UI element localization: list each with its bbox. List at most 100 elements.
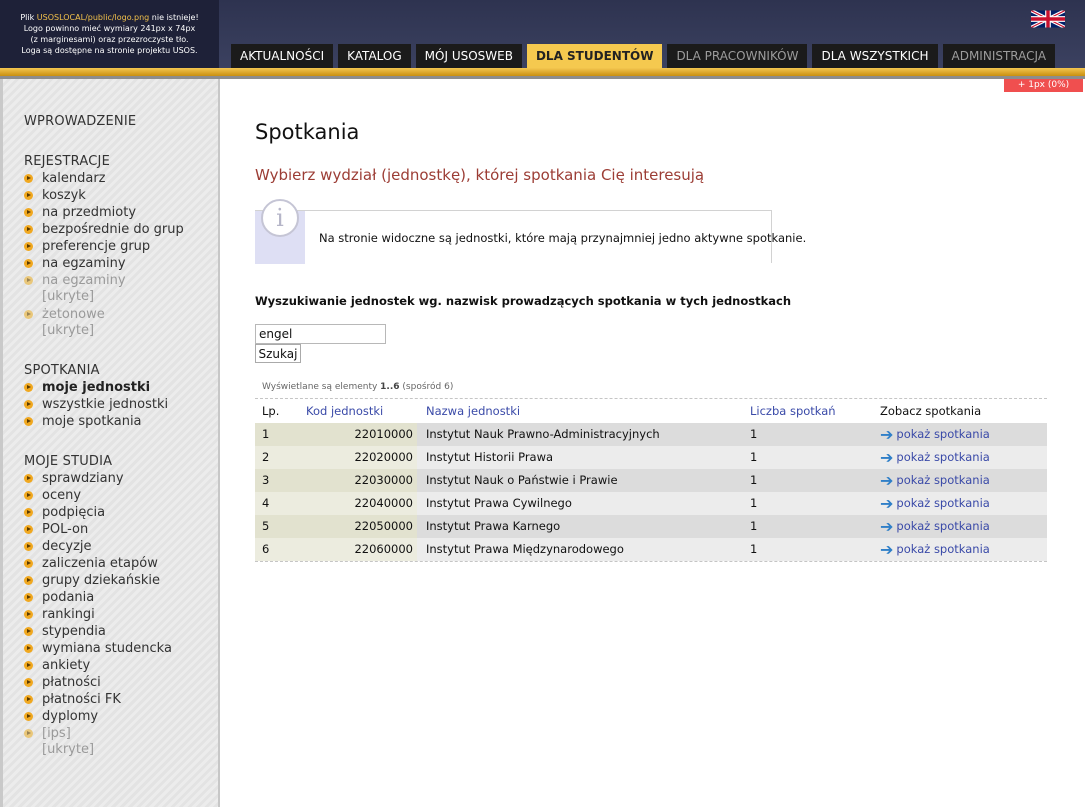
- row-nazwa: Instytut Historii Prawa: [426, 450, 554, 464]
- sidebar-item-pol-on[interactable]: POL-on: [24, 521, 88, 538]
- arrow-bullet-icon: [24, 525, 33, 534]
- header-kod-sort-link[interactable]: Kod jednostki: [297, 399, 417, 423]
- arrow-bullet-icon: [24, 729, 33, 738]
- arrow-bullet-icon: [24, 593, 33, 602]
- search-input[interactable]: [255, 324, 386, 344]
- sidebar-item-platnosci-fk[interactable]: płatności FK: [24, 691, 121, 708]
- sidebar-section-rejestracje[interactable]: REJESTRACJE: [24, 154, 110, 169]
- row-kod: 22030000: [297, 469, 417, 492]
- row-zobacz: ➔ pokaż spotkania: [880, 492, 1047, 515]
- sidebar-item-na-egzaminy[interactable]: na egzaminy: [24, 255, 126, 272]
- arrow-bullet-icon: [24, 276, 33, 285]
- show-meetings-link[interactable]: ➔ pokaż spotkania: [880, 423, 1047, 446]
- sidebar-item-moje-jednostki[interactable]: moje jednostki: [24, 379, 150, 396]
- sidebar-section-moje-studia[interactable]: MOJE STUDIA: [24, 454, 112, 469]
- sidebar-item-sprawdziany[interactable]: sprawdziany: [24, 470, 124, 487]
- table-row: 3 22030000 Instytut Nauk o Państwie i Pr…: [255, 469, 1047, 492]
- arrow-bullet-icon: [24, 242, 33, 251]
- show-meetings-link[interactable]: ➔ pokaż spotkania: [880, 492, 1047, 515]
- sidebar-hidden-label: [ukryte]: [42, 289, 95, 304]
- sidebar-item-podania[interactable]: podania: [24, 589, 94, 606]
- arrow-bullet-icon: [24, 644, 33, 653]
- sidebar-item-na-przedmioty[interactable]: na przedmioty: [24, 204, 136, 221]
- sidebar-item-wymiana-studencka[interactable]: wymiana studencka: [24, 640, 172, 657]
- arrow-bullet-icon: [24, 191, 33, 200]
- sidebar-item-moje-spotkania[interactable]: moje spotkania: [24, 413, 142, 430]
- arrow-bullet-icon: [24, 610, 33, 619]
- tab-aktualnosci[interactable]: AKTUALNOŚCI: [231, 44, 334, 68]
- arrow-bullet-icon: [24, 174, 33, 183]
- sidebar-link-wprowadzenie[interactable]: WPROWADZENIE: [24, 114, 136, 129]
- sidebar-item-ips-hidden: [ips]: [24, 725, 71, 742]
- search-button[interactable]: Szukaj: [255, 344, 301, 363]
- row-zobacz: ➔ pokaż spotkania: [880, 515, 1047, 538]
- row-nazwa: Instytut Prawa Cywilnego: [426, 496, 572, 510]
- page-title: Spotkania: [255, 120, 360, 144]
- row-nazwa: Instytut Nauk Prawno-Administracyjnych: [426, 427, 660, 441]
- row-zobacz: ➔ pokaż spotkania: [880, 423, 1047, 446]
- row-kod: 22020000: [297, 446, 417, 469]
- uk-flag-icon[interactable]: [1031, 10, 1065, 28]
- show-meetings-link[interactable]: ➔ pokaż spotkania: [880, 515, 1047, 538]
- top-header: Plik USOSLOCAL/public/logo.png nie istni…: [0, 0, 1085, 68]
- row-liczba: 1: [750, 519, 758, 533]
- header-lp: Lp.: [262, 404, 280, 418]
- arrow-bullet-icon: [24, 542, 33, 551]
- logo-missing-notice: Plik USOSLOCAL/public/logo.png nie istni…: [0, 0, 219, 68]
- sidebar-item-rankingi[interactable]: rankingi: [24, 606, 95, 623]
- tab-katalog[interactable]: KATALOG: [338, 44, 411, 68]
- arrow-bullet-icon: [24, 417, 33, 426]
- sidebar-item-ankiety[interactable]: ankiety: [24, 657, 90, 674]
- table-row: 6 22060000 Instytut Prawa Międzynarodowe…: [255, 538, 1047, 561]
- arrow-bullet-icon: [24, 259, 33, 268]
- tab-dla-studentow[interactable]: DLA STUDENTÓW: [526, 44, 663, 68]
- row-kod: 22060000: [297, 538, 417, 561]
- row-kod: 22010000: [297, 423, 417, 446]
- sidebar-item-wszystkie-jednostki[interactable]: wszystkie jednostki: [24, 396, 168, 413]
- arrow-bullet-icon: [24, 695, 33, 704]
- arrow-right-icon: ➔: [880, 493, 894, 513]
- show-meetings-link[interactable]: ➔ pokaż spotkania: [880, 469, 1047, 492]
- row-kod: 22040000: [297, 492, 417, 515]
- show-meetings-link[interactable]: ➔ pokaż spotkania: [880, 446, 1047, 469]
- arrow-bullet-icon: [24, 208, 33, 217]
- tab-dla-pracownikow[interactable]: DLA PRACOWNIKÓW: [667, 44, 808, 68]
- arrow-bullet-icon: [24, 383, 33, 392]
- sidebar-item-grupy-dziekanskie[interactable]: grupy dziekańskie: [24, 572, 160, 589]
- tab-moj-usosweb[interactable]: MÓJ USOSWEB: [415, 44, 522, 68]
- sidebar-hidden-label: [ukryte]: [42, 742, 95, 757]
- row-liczba: 1: [750, 473, 758, 487]
- sidebar-divider: [218, 79, 220, 807]
- tab-administracja[interactable]: ADMINISTRACJA: [942, 44, 1056, 68]
- header-nazwa-sort-link[interactable]: Nazwa jednostki: [426, 399, 746, 423]
- sidebar-item-zaliczenia-etapow[interactable]: zaliczenia etapów: [24, 555, 158, 572]
- sidebar-item-na-egzaminy-hidden: na egzaminy: [24, 272, 126, 289]
- page-subtitle: Wybierz wydział (jednostkę), której spot…: [255, 166, 705, 184]
- sidebar-item-kalendarz[interactable]: kalendarz: [24, 170, 106, 187]
- sidebar-item-bezposrednie-do-grup[interactable]: bezpośrednie do grup: [24, 221, 184, 238]
- sidebar-item-oceny[interactable]: oceny: [24, 487, 81, 504]
- header-accent-bar: [0, 68, 1085, 76]
- sidebar-item-dyplomy[interactable]: dyplomy: [24, 708, 98, 725]
- table-row: 2 22020000 Instytut Historii Prawa 1 ➔ po…: [255, 446, 1047, 469]
- row-kod: 22050000: [297, 515, 417, 538]
- table-header-row: Lp. Kod jednostki Nazwa jednostki Liczba…: [255, 399, 1047, 423]
- sidebar-section-spotkania[interactable]: SPOTKANIA: [24, 363, 100, 378]
- arrow-right-icon: ➔: [880, 539, 894, 559]
- table-row: 1 22010000 Instytut Nauk Prawno-Administ…: [255, 423, 1047, 446]
- sidebar-item-koszyk[interactable]: koszyk: [24, 187, 86, 204]
- arrow-bullet-icon: [24, 678, 33, 687]
- row-zobacz: ➔ pokaż spotkania: [880, 446, 1047, 469]
- row-nazwa: Instytut Prawa Karnego: [426, 519, 561, 533]
- row-zobacz: ➔ pokaż spotkania: [880, 469, 1047, 492]
- sidebar-item-stypendia[interactable]: stypendia: [24, 623, 106, 640]
- tab-dla-wszystkich[interactable]: DLA WSZYSTKICH: [812, 44, 938, 68]
- sidebar-item-preferencje-grup[interactable]: preferencje grup: [24, 238, 150, 255]
- arrow-bullet-icon: [24, 491, 33, 500]
- show-meetings-link[interactable]: ➔ pokaż spotkania: [880, 538, 1047, 561]
- sidebar-item-platnosci[interactable]: płatności: [24, 674, 101, 691]
- sidebar-item-decyzje[interactable]: decyzje: [24, 538, 92, 555]
- header-liczba-sort-link[interactable]: Liczba spotkań: [750, 399, 870, 423]
- results-count: Wyświetlane są elementy 1..6 (spośród 6): [262, 382, 454, 392]
- sidebar-item-podpiecia[interactable]: podpięcia: [24, 504, 105, 521]
